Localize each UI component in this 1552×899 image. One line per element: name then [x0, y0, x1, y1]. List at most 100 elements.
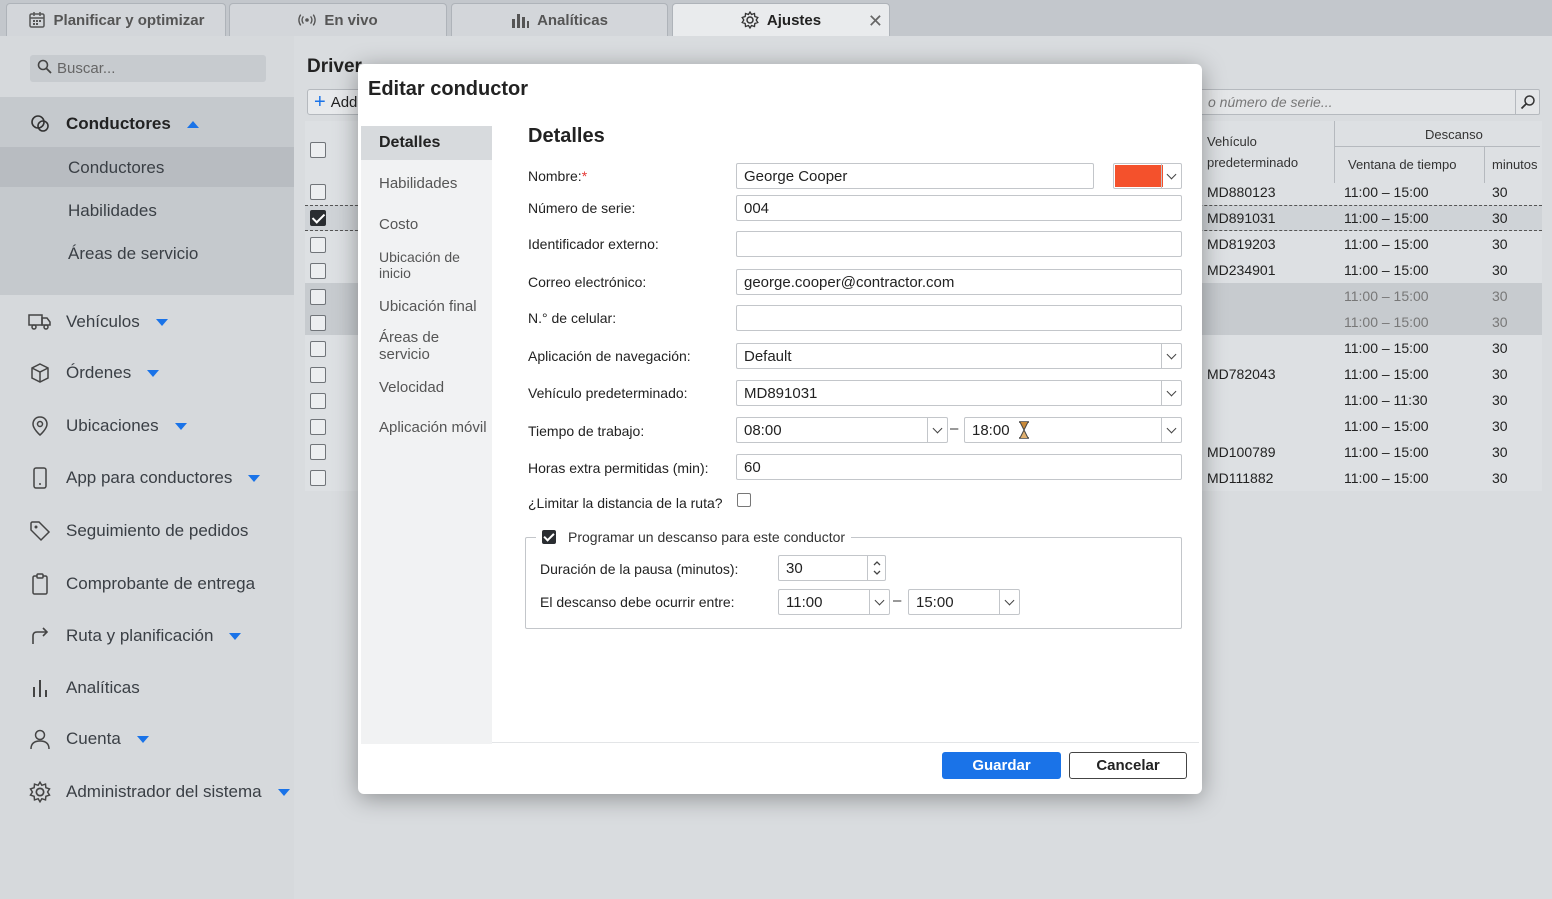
limit-distance-checkbox[interactable] — [737, 493, 751, 507]
caret-up-icon — [186, 120, 199, 128]
serial-input[interactable]: 004 — [736, 195, 1182, 221]
location-pin-icon — [28, 414, 52, 438]
tab-plan-optimize[interactable]: Planificar y optimizar — [6, 3, 226, 36]
chevron-down-icon — [1161, 381, 1181, 405]
name-input[interactable]: George Cooper — [736, 163, 1094, 189]
sidebar-item-analytics[interactable]: Analíticas — [28, 676, 140, 700]
row-checkbox[interactable] — [310, 341, 326, 357]
row-checkbox[interactable] — [310, 393, 326, 409]
work-time-label: Tiempo de trabajo: — [528, 423, 645, 439]
side-tab-service-areas[interactable]: Áreas de servicio — [361, 329, 492, 363]
break-duration-stepper[interactable]: 30 — [778, 555, 886, 581]
tab-settings[interactable]: Ajustes ✕ — [672, 3, 890, 36]
default-vehicle-select[interactable]: MD891031 — [736, 380, 1182, 406]
serial-search-input[interactable]: o número de serie... — [1200, 89, 1540, 115]
sidebar-item-drivers[interactable]: Conductores — [28, 112, 199, 136]
table-cell-minutes: 30 — [1492, 470, 1508, 486]
overtime-label: Horas extra permitidas (min): — [528, 460, 709, 476]
save-button[interactable]: Guardar — [942, 752, 1061, 779]
tab-live[interactable]: En vivo — [229, 3, 447, 36]
serial-label: Número de serie: — [528, 200, 636, 216]
range-dash: – — [950, 420, 959, 437]
nav-app-select[interactable]: Default — [736, 343, 1182, 369]
row-checkbox[interactable] — [310, 419, 326, 435]
sidebar-item-label: Vehículos — [66, 312, 140, 331]
sidebar-sub-item-drivers[interactable]: Conductores — [68, 158, 164, 178]
bar-chart-icon — [511, 11, 530, 29]
table-cell-minutes: 30 — [1492, 418, 1508, 434]
search-icon[interactable] — [1515, 90, 1539, 114]
side-tab-speed[interactable]: Velocidad — [361, 370, 492, 404]
sidebar-item-proof-of-delivery[interactable]: Comprobante de entrega — [28, 572, 255, 596]
search-input[interactable]: Buscar... — [57, 60, 115, 77]
select-all-checkbox[interactable] — [310, 142, 326, 158]
phone-input[interactable] — [736, 305, 1182, 331]
chevron-down-icon — [1161, 164, 1181, 188]
stepper-arrows-icon[interactable] — [867, 556, 885, 580]
chevron-down-icon — [927, 418, 947, 442]
column-header-minutes[interactable]: minutos — [1492, 157, 1538, 172]
row-checkbox[interactable] — [310, 289, 326, 305]
sidebar-item-system-admin[interactable]: Administrador del sistema — [28, 780, 290, 804]
row-checkbox[interactable] — [310, 315, 326, 331]
sidebar-search[interactable]: Buscar... — [30, 55, 266, 82]
table-cell-minutes: 30 — [1492, 340, 1508, 356]
schedule-break-label: Programar un descanso para este conducto… — [568, 529, 846, 545]
caret-down-icon — [277, 788, 290, 796]
row-checkbox[interactable] — [310, 237, 326, 253]
side-tab-end-location[interactable]: Ubicación final — [361, 289, 492, 323]
column-header-break: Descanso — [1425, 127, 1483, 142]
sidebar-item-locations[interactable]: Ubicaciones — [28, 414, 187, 438]
external-id-input[interactable] — [736, 231, 1182, 257]
sidebar-sub-item-skills[interactable]: Habilidades — [68, 201, 157, 221]
sidebar-item-orders[interactable]: Órdenes — [28, 361, 160, 385]
sidebar-sub-item-service-areas[interactable]: Áreas de servicio — [68, 244, 198, 264]
truck-icon — [28, 310, 52, 334]
row-checkbox[interactable] — [310, 263, 326, 279]
sidebar-item-account[interactable]: Cuenta — [28, 727, 149, 751]
row-checkbox[interactable] — [310, 184, 326, 200]
row-checkbox[interactable] — [310, 210, 326, 226]
row-checkbox[interactable] — [310, 367, 326, 383]
work-start-select[interactable]: 08:00 — [736, 417, 948, 443]
sidebar-item-order-tracking[interactable]: Seguimiento de pedidos — [28, 519, 248, 543]
schedule-break-checkbox[interactable] — [542, 530, 556, 544]
table-cell-window: 11:00 – 15:00 — [1344, 340, 1429, 356]
color-picker[interactable] — [1113, 163, 1182, 189]
column-header-window[interactable]: Ventana de tiempo — [1348, 157, 1456, 172]
break-fieldset — [525, 537, 1182, 629]
sidebar-item-driver-app[interactable]: App para conductores — [28, 466, 261, 490]
side-tab-mobile-app[interactable]: Aplicación móvil — [361, 410, 492, 444]
sidebar-item-route-planning[interactable]: Ruta y planificación — [28, 624, 242, 648]
side-tab-details[interactable]: Detalles — [361, 126, 492, 160]
close-icon[interactable]: ✕ — [868, 11, 883, 32]
work-start-value: 08:00 — [744, 421, 782, 439]
sidebar-item-label: Conductores — [66, 114, 171, 133]
side-tab-cost[interactable]: Costo — [361, 207, 492, 241]
user-icon — [28, 727, 52, 751]
row-checkbox[interactable] — [310, 444, 326, 460]
cancel-button[interactable]: Cancelar — [1069, 752, 1187, 779]
table-cell-window: 11:00 – 15:00 — [1344, 444, 1429, 460]
table-cell-window: 11:00 – 15:00 — [1344, 314, 1429, 330]
side-tab-start-location[interactable]: Ubicación de inicio — [361, 248, 492, 282]
break-end-select[interactable]: 15:00 — [908, 589, 1020, 615]
column-header-vehicle[interactable]: Vehículo predeterminado — [1207, 131, 1307, 173]
email-input[interactable]: george.cooper@contractor.com — [736, 269, 1182, 295]
drivers-icon — [28, 112, 52, 136]
break-start-select[interactable]: 11:00 — [778, 589, 890, 615]
tab-analytics[interactable]: Analíticas — [451, 3, 668, 36]
phone-label: N.° de celular: — [528, 310, 617, 326]
sidebar-item-vehicles[interactable]: Vehículos — [28, 310, 168, 334]
table-cell-minutes: 30 — [1492, 210, 1508, 226]
caret-down-icon — [136, 735, 149, 743]
break-start-value: 11:00 — [786, 593, 823, 611]
side-tab-skills[interactable]: Habilidades — [361, 166, 492, 200]
sidebar-item-label: App para conductores — [66, 468, 233, 487]
serial-search-placeholder: o número de serie... — [1208, 94, 1333, 110]
work-end-select[interactable]: 18:00 — [964, 417, 1182, 443]
sidebar-item-label: Analíticas — [66, 678, 140, 697]
row-checkbox[interactable] — [310, 470, 326, 486]
overtime-input[interactable]: 60 — [736, 454, 1182, 480]
table-cell-window: 11:00 – 15:00 — [1344, 210, 1429, 226]
